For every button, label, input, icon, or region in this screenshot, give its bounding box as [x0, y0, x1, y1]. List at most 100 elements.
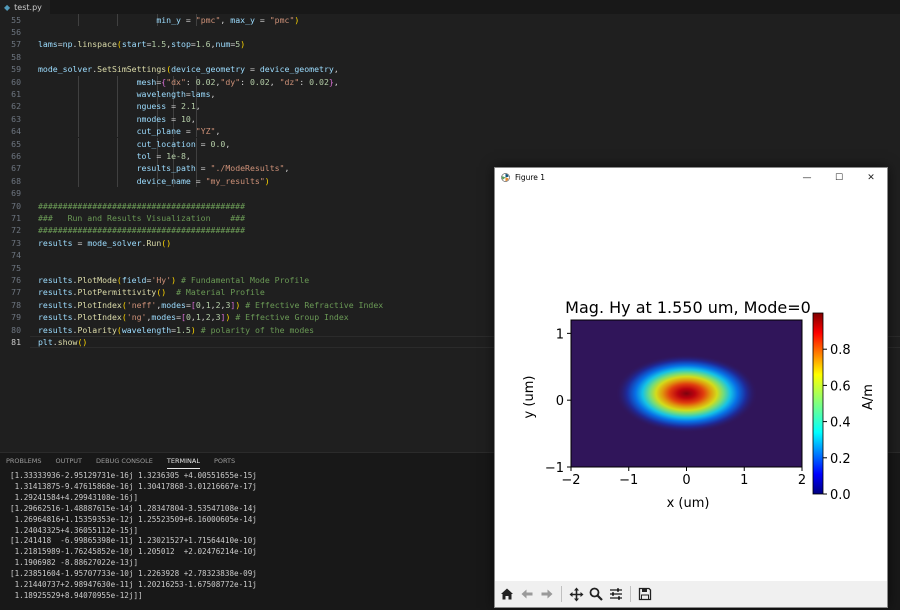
zoom-icon [589, 587, 603, 601]
code-text: results_path = "./ModeResults", [136, 163, 290, 174]
back-button[interactable] [518, 584, 536, 604]
zoom-button[interactable] [587, 584, 605, 604]
home-button[interactable] [498, 584, 516, 604]
line-number: 77 [11, 287, 21, 298]
code-text: results = mode_solver.Run() [38, 237, 172, 248]
tab-output[interactable]: OUTPUT [55, 457, 82, 469]
indent-guide [196, 149, 198, 163]
code-line: 61 wavelength=lams, [0, 87, 900, 101]
figure-canvas[interactable]: Mag. Hy at 1.550 um, Mode=0 −2 −1 0 1 2 −1 0 1… [495, 187, 887, 581]
code-line: 65 cut_location = 0.0, [0, 137, 900, 150]
code-text: results.PlotPermittivity() # Material Pr… [38, 287, 265, 298]
minimize-icon: — [802, 172, 812, 183]
mode-profile-plot[interactable]: Mag. Hy at 1.550 um, Mode=0 −2 −1 0 1 2 −101… [495, 187, 887, 581]
matplotlib-icon [501, 173, 510, 182]
figure-toolbar [495, 581, 887, 607]
code-text: ########################################… [38, 225, 246, 236]
line-number: 79 [11, 312, 21, 323]
colorbar-gradient [812, 312, 824, 495]
line-number: 73 [11, 237, 21, 248]
indent-guide [196, 112, 198, 126]
colorbar-tick-label: 0.6 [830, 379, 851, 394]
line-number: 57 [11, 39, 21, 50]
minimize-button[interactable]: — [791, 168, 823, 187]
line-number: 66 [11, 150, 21, 161]
toolbar-separator [630, 586, 631, 602]
terminal-line: [1.33333936-2.95129731e-16j 1.3236305 +4… [10, 471, 257, 480]
save-button[interactable] [636, 584, 654, 604]
heatmap-area [570, 319, 803, 468]
line-number: 65 [11, 138, 21, 149]
colorbar: 0.0 0.2 0.4 0.6 0.8 [812, 312, 851, 503]
forward-button[interactable] [538, 584, 556, 604]
code-text: results.PlotIndex('ng',modes=[0,1,2,3]) … [38, 312, 349, 323]
tab-label: test.py [14, 2, 42, 12]
terminal-line: [1.29662516-1.48887615e-14j 1.28347804-3… [10, 503, 257, 513]
maximize-icon: ☐ [834, 172, 844, 183]
line-number: 75 [11, 262, 21, 273]
code-text: tol = 1e-8, [136, 150, 191, 161]
terminal-line: 1.24043325+4.36055112e-15j] [10, 525, 139, 535]
code-text: min_y = "pmc", max_y = "pmc") [156, 14, 300, 25]
tab-ports[interactable]: PORTS [214, 457, 235, 469]
x-tick-label: −1 [619, 473, 638, 488]
tab-test-py[interactable]: ◆ test.py [0, 0, 50, 14]
line-number: 71 [11, 212, 21, 223]
code-text: cut_location = 0.0, [136, 138, 231, 149]
terminal-line: [1.23851604-1.95707733e-10j 1.2263928 +2… [10, 569, 257, 579]
code-text: nguess = 2.1, [136, 101, 201, 112]
terminal-line: 1.18925529+8.94070955e-12j]] [10, 590, 143, 600]
line-number: 81 [11, 336, 21, 347]
code-text: lams=np.linspace(start=1.5,stop=1.6,num=… [38, 39, 246, 50]
maximize-button[interactable]: ☐ [823, 168, 855, 187]
code-line: 62 nguess = 2.1, [0, 100, 900, 113]
code-text: wavelength=lams, [136, 88, 216, 99]
x-tick-label: 0 [682, 473, 690, 488]
code-text: results.Polarity(wavelength=1.5) # polar… [38, 324, 315, 335]
code-line: 63 nmodes = 10, [0, 112, 900, 126]
forward-arrow-icon [541, 589, 553, 599]
figure-title-bar[interactable]: Figure 1 — ☐ ✕ [495, 168, 887, 187]
colorbar-tick-label: 0.0 [830, 488, 851, 503]
line-number: 59 [11, 64, 21, 75]
code-text: device_name = "my_results") [136, 175, 270, 186]
x-tick-label: −2 [561, 473, 580, 488]
terminal-output[interactable]: [1.33333936-2.95129731e-16j 1.3236305 +4… [10, 471, 257, 602]
back-arrow-icon [521, 589, 533, 599]
y-tick-label: −1 [545, 461, 564, 476]
line-number: 74 [11, 250, 21, 261]
y-axis-label: y (um) [522, 376, 537, 419]
editor-tab-bar: ◆ test.py [0, 0, 900, 14]
code-text: mesh={"dx": 0.02,"dy": 0.02, "dz": 0.02}… [136, 76, 339, 87]
x-tick-label: 2 [798, 473, 806, 488]
code-text: plt.show() [38, 336, 88, 347]
line-number: 56 [11, 26, 21, 37]
terminal-line: 1.29241584+4.29943108e-16j] [10, 492, 139, 502]
figure-window[interactable]: Figure 1 — ☐ ✕ Mag. Hy at 1.550 um, Mode… [494, 167, 888, 608]
tab-debug-console[interactable]: DEBUG CONSOLE [96, 457, 153, 469]
x-tick-label: 1 [740, 473, 748, 488]
line-number: 69 [11, 188, 21, 199]
x-axis-label: x (um) [667, 496, 710, 511]
y-axis: −1 0 1 [545, 327, 571, 476]
figure-window-title: Figure 1 [515, 173, 546, 182]
tab-terminal[interactable]: TERMINAL [166, 457, 200, 469]
terminal-line: [1.241418 -6.99865398e-11j 1.23021527+1.… [10, 536, 257, 546]
colorbar-tick-label: 0.4 [830, 416, 851, 431]
configure-subplots-button[interactable] [607, 584, 625, 604]
terminal-line: 1.1906982 -8.88627022e-13j] [10, 558, 139, 568]
code-line: 66 tol = 1e-8, [0, 149, 900, 163]
tab-problems[interactable]: PROBLEMS [6, 457, 41, 469]
close-button[interactable]: ✕ [855, 168, 887, 187]
python-file-icon: ◆ [4, 2, 11, 12]
panel-tab-strip: PROBLEMS OUTPUT DEBUG CONSOLE TERMINAL P… [6, 457, 235, 469]
y-tick-label: 0 [556, 394, 564, 409]
code-text: ########################################… [38, 200, 246, 211]
colorbar-label: A/m [861, 384, 876, 410]
pan-button[interactable] [567, 584, 585, 604]
toolbar-separator [561, 586, 562, 602]
close-icon: ✕ [867, 172, 875, 183]
mode-peak [615, 354, 758, 433]
line-number: 67 [11, 163, 21, 174]
line-number: 60 [11, 76, 21, 87]
